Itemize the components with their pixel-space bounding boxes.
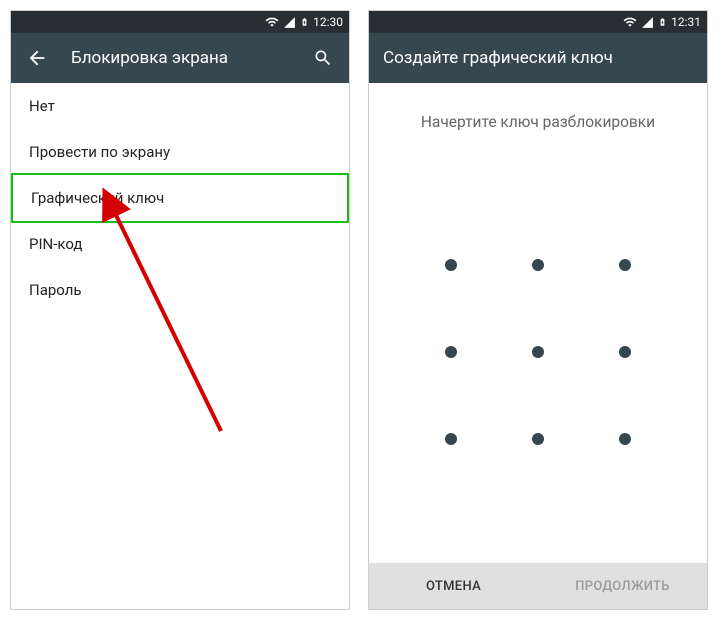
pattern-draw-area[interactable] bbox=[369, 141, 707, 563]
appbar-title: Блокировка экрана bbox=[71, 48, 289, 68]
lock-options-list: Нет Провести по экрану Графический ключ … bbox=[11, 83, 349, 609]
list-item-label: PIN-код bbox=[29, 235, 82, 253]
status-time: 12:30 bbox=[313, 15, 343, 29]
list-item-pin[interactable]: PIN-код bbox=[11, 221, 349, 267]
signal-icon bbox=[641, 16, 654, 29]
pattern-dot-6[interactable] bbox=[581, 309, 668, 396]
battery-icon bbox=[300, 15, 309, 29]
app-bar: Блокировка экрана bbox=[11, 33, 349, 83]
pattern-dot-9[interactable] bbox=[581, 395, 668, 482]
wifi-icon bbox=[623, 15, 637, 29]
phone-left-lockscreen-settings: 12:30 Блокировка экрана Нет Провести по … bbox=[10, 10, 350, 610]
pattern-dot-3[interactable] bbox=[581, 222, 668, 309]
search-icon[interactable] bbox=[311, 46, 335, 70]
pattern-dot-5[interactable] bbox=[495, 309, 582, 396]
battery-icon bbox=[658, 15, 667, 29]
pattern-dot-7[interactable] bbox=[408, 395, 495, 482]
list-item-label: Провести по экрану bbox=[29, 143, 170, 161]
phone-right-pattern-setup: 12:31 Создайте графический ключ Начертит… bbox=[368, 10, 708, 610]
bottom-button-bar: ОТМЕНА ПРОДОЛЖИТЬ bbox=[369, 563, 707, 609]
pattern-dot-4[interactable] bbox=[408, 309, 495, 396]
status-time: 12:31 bbox=[671, 15, 701, 29]
cancel-button[interactable]: ОТМЕНА bbox=[369, 563, 538, 609]
list-item-password[interactable]: Пароль bbox=[11, 267, 349, 313]
pattern-dot-1[interactable] bbox=[408, 222, 495, 309]
list-item-none[interactable]: Нет bbox=[11, 83, 349, 129]
pattern-instruction: Начертите ключ разблокировки bbox=[369, 83, 707, 141]
list-item-label: Пароль bbox=[29, 281, 82, 299]
continue-button[interactable]: ПРОДОЛЖИТЬ bbox=[538, 563, 707, 609]
list-item-swipe[interactable]: Провести по экрану bbox=[11, 129, 349, 175]
wifi-icon bbox=[265, 15, 279, 29]
pattern-grid bbox=[408, 222, 668, 482]
button-label: ОТМЕНА bbox=[426, 579, 481, 594]
signal-icon bbox=[283, 16, 296, 29]
pattern-dot-2[interactable] bbox=[495, 222, 582, 309]
app-bar: Создайте графический ключ bbox=[369, 33, 707, 83]
button-label: ПРОДОЛЖИТЬ bbox=[575, 579, 670, 594]
pattern-dot-8[interactable] bbox=[495, 395, 582, 482]
status-bar: 12:31 bbox=[369, 11, 707, 33]
status-bar: 12:30 bbox=[11, 11, 349, 33]
list-item-label: Нет bbox=[29, 97, 55, 115]
list-item-label: Графический ключ bbox=[31, 189, 164, 207]
appbar-title: Создайте графический ключ bbox=[383, 48, 693, 68]
list-item-pattern[interactable]: Графический ключ bbox=[11, 173, 349, 223]
back-icon[interactable] bbox=[25, 46, 49, 70]
